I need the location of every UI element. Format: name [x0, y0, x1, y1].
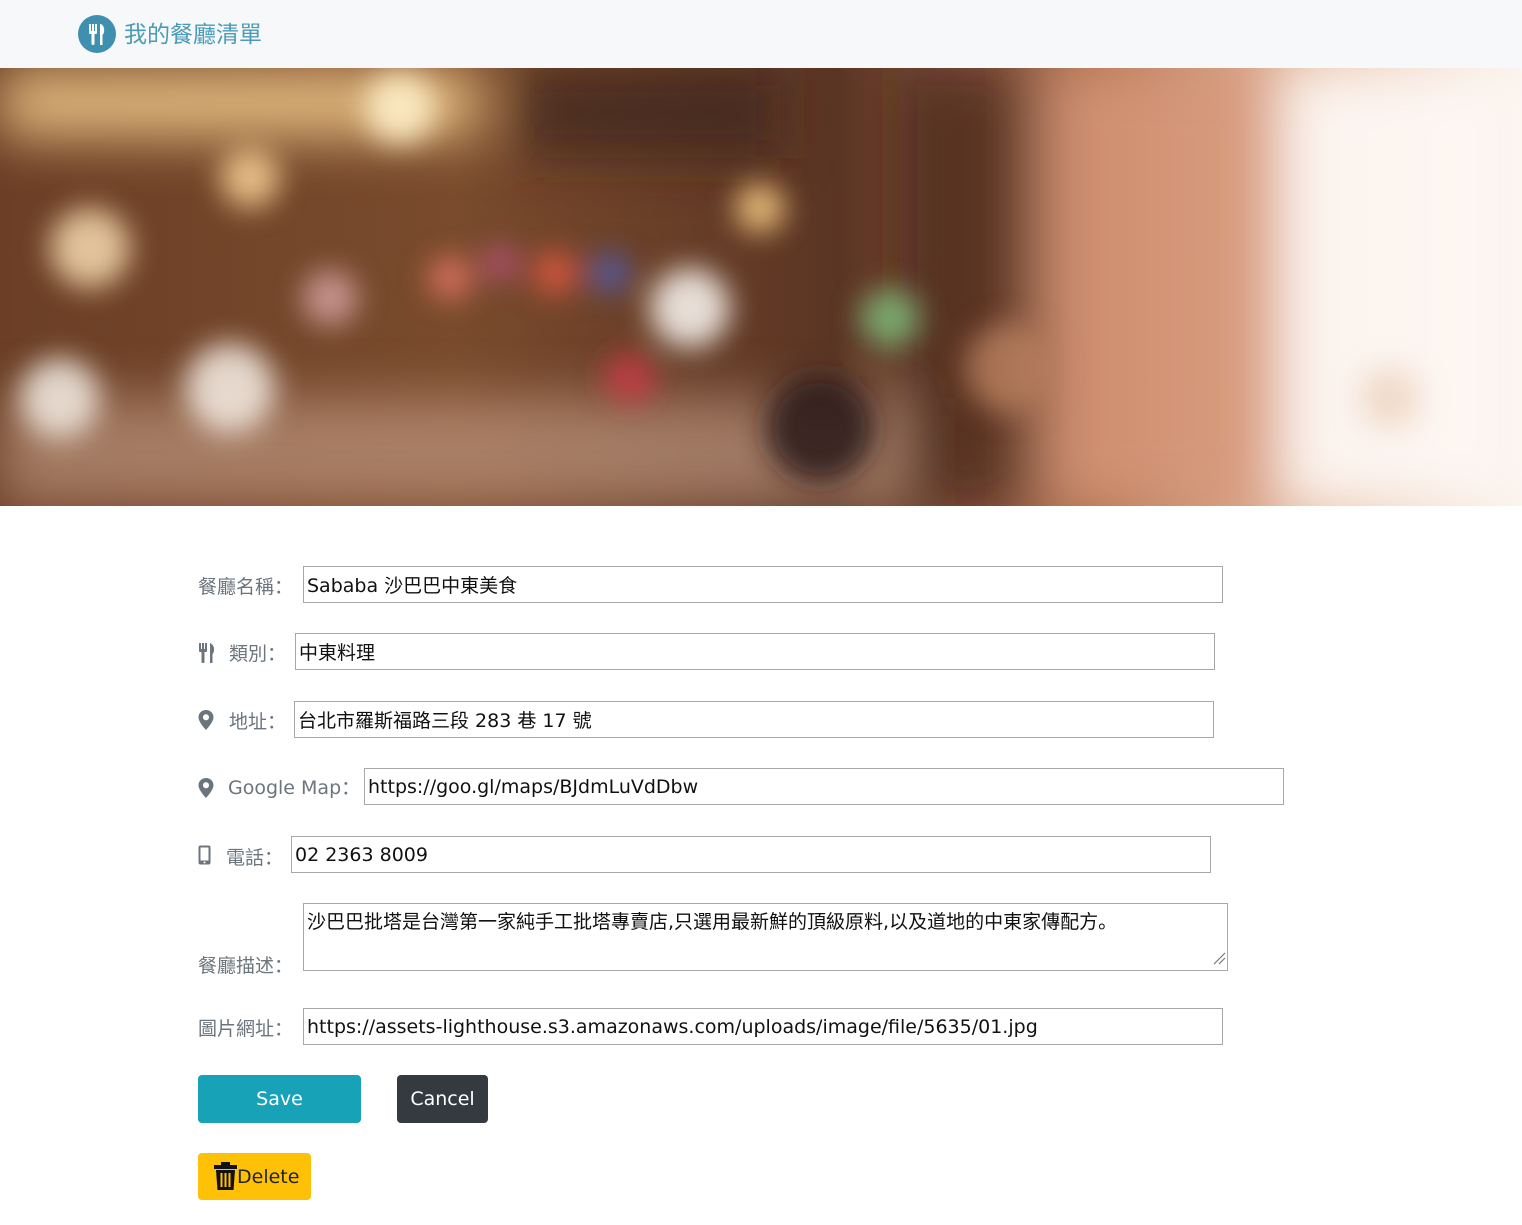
- form-row-image-url: 圖片網址：: [198, 1008, 1228, 1046]
- form-row-location: 地址：: [198, 701, 1228, 739]
- brand-title[interactable]: 我的餐廳清單: [124, 20, 262, 50]
- utensils-icon: [198, 643, 216, 667]
- delete-button[interactable]: Delete: [198, 1153, 311, 1200]
- form-row-phone: 電話：: [198, 836, 1228, 874]
- map-marker-icon: [198, 778, 214, 802]
- google-map-input[interactable]: [364, 768, 1284, 805]
- phone-label: 電話：: [226, 847, 284, 869]
- resize-handle-icon[interactable]: [1212, 950, 1226, 969]
- form-row-description: 餐廳描述： 沙巴巴批塔是台灣第一家純手工批塔專賣店,只選用最新鮮的頂級原料,以及…: [198, 903, 1238, 977]
- hero-banner-image: [0, 68, 1522, 506]
- utensils-icon[interactable]: [78, 15, 116, 53]
- map-marker-icon: [198, 710, 214, 734]
- form-row-category: 類別：: [198, 633, 1228, 671]
- form-row-name: 餐廳名稱：: [198, 566, 1228, 604]
- mobile-phone-icon: [198, 845, 211, 869]
- name-label: 餐廳名稱：: [198, 576, 294, 598]
- form-row-google-map: Google Map：: [198, 768, 1298, 806]
- description-label: 餐廳描述：: [198, 955, 294, 977]
- cancel-button[interactable]: Cancel: [397, 1075, 488, 1123]
- phone-input[interactable]: [291, 836, 1211, 873]
- location-input[interactable]: [294, 701, 1214, 738]
- category-label: 類別：: [229, 643, 287, 665]
- google-map-label: Google Map：: [228, 777, 361, 799]
- navbar: 我的餐廳清單: [0, 0, 1522, 68]
- trash-icon: [214, 1162, 237, 1195]
- category-input[interactable]: [295, 633, 1215, 670]
- description-textarea[interactable]: 沙巴巴批塔是台灣第一家純手工批塔專賣店,只選用最新鮮的頂級原料,以及道地的中東家…: [303, 903, 1228, 971]
- image-url-input[interactable]: [303, 1008, 1223, 1045]
- delete-label: Delete: [237, 1166, 300, 1188]
- location-label: 地址：: [229, 711, 287, 733]
- name-input[interactable]: [303, 566, 1223, 603]
- save-button[interactable]: Save: [198, 1075, 361, 1123]
- image-url-label: 圖片網址：: [198, 1018, 294, 1040]
